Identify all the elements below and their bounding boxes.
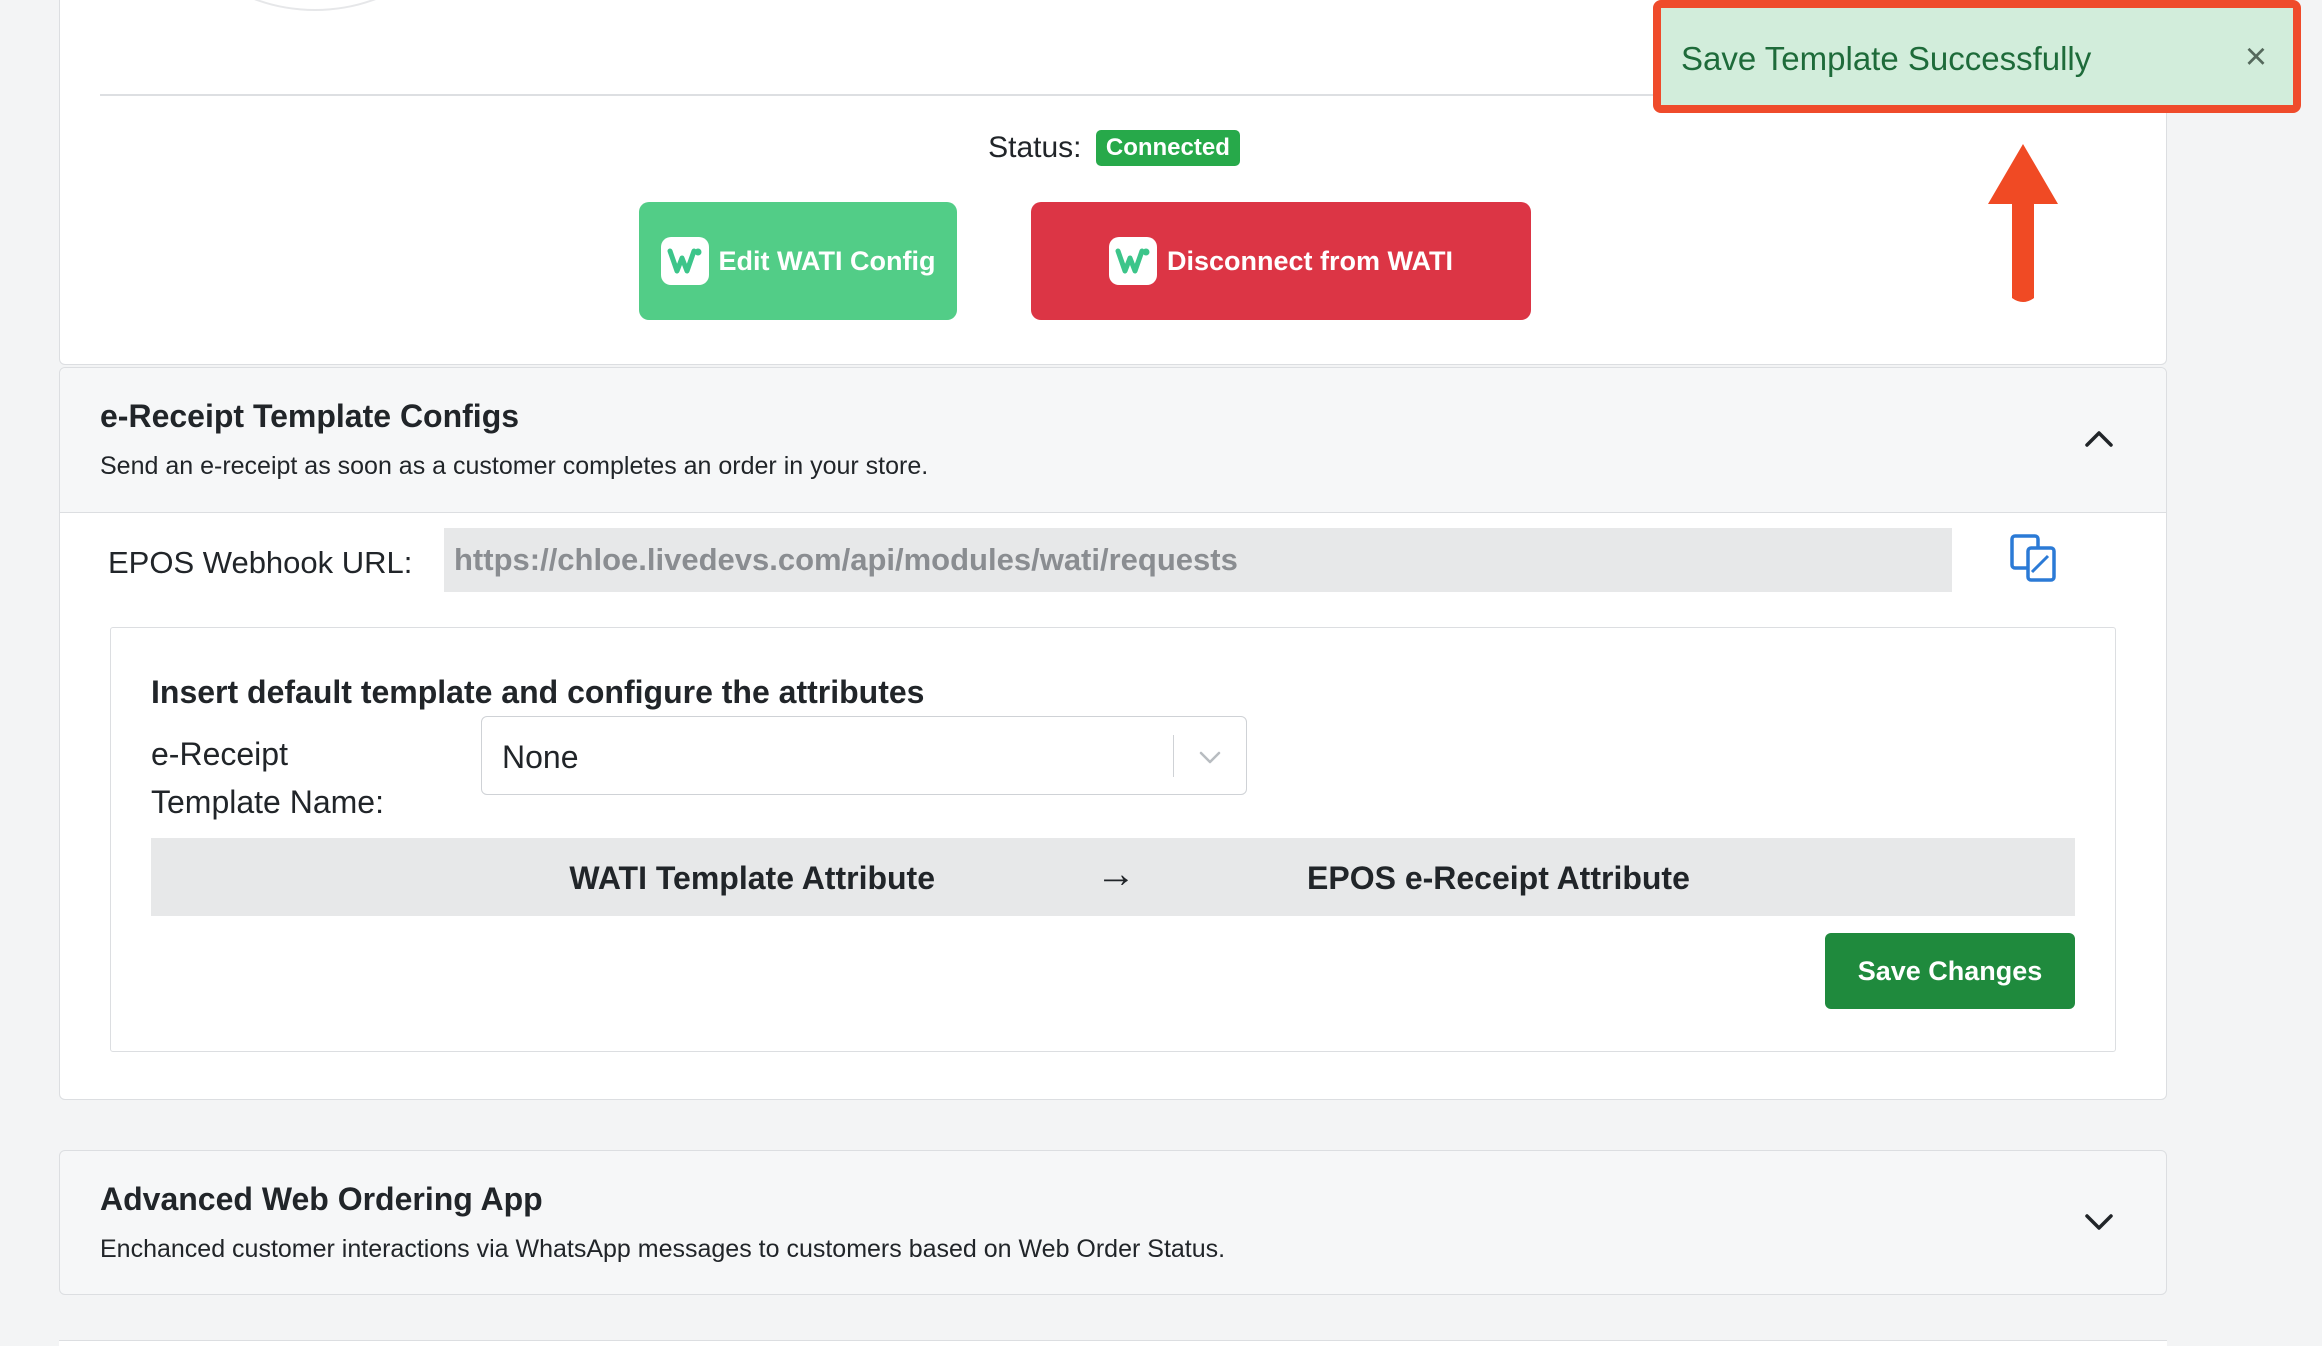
disconnect-wati-button[interactable]: Disconnect from WATI (1031, 202, 1531, 320)
template-config-title: Insert default template and configure th… (151, 674, 925, 710)
advanced-title: Advanced Web Ordering App (100, 1181, 543, 1217)
epos-attribute-header: EPOS e-Receipt Attribute (1307, 860, 1690, 896)
avatar (165, 0, 465, 11)
template-config-box: Insert default template and configure th… (110, 627, 2116, 1052)
edit-wati-config-button[interactable]: Edit WATI Config (639, 202, 957, 320)
select-separator (1172, 735, 1174, 777)
template-name-value: None (502, 739, 579, 775)
e-receipt-config-card: e-Receipt Template Configs Send an e-rec… (59, 367, 2167, 1100)
copy-icon[interactable] (2008, 532, 2060, 584)
e-receipt-card-header[interactable]: e-Receipt Template Configs Send an e-rec… (60, 368, 2166, 513)
attribute-header-row: WATI Template Attribute → EPOS e-Receipt… (151, 838, 2075, 916)
advanced-web-ordering-card[interactable]: Advanced Web Ordering App Enchanced cust… (59, 1150, 2167, 1295)
wati-logo-icon (660, 237, 709, 285)
next-card-edge (59, 1340, 2167, 1346)
e-receipt-subtitle: Send an e-receipt as soon as a customer … (100, 452, 929, 480)
webhook-url-label: EPOS Webhook URL: (108, 545, 413, 580)
status-label: Status: (988, 131, 1082, 165)
save-changes-button[interactable]: Save Changes (1825, 933, 2075, 1009)
chevron-down-icon[interactable] (2084, 1207, 2114, 1237)
template-name-label: e-Receipt Template Name: (151, 736, 384, 820)
template-name-select[interactable]: None (481, 716, 1247, 795)
status-row: Status: Connected (60, 130, 2168, 167)
chevron-down-icon[interactable] (1196, 743, 1224, 771)
e-receipt-title: e-Receipt Template Configs (100, 398, 520, 434)
arrow-right-icon: → (1096, 852, 1136, 896)
webhook-url-field[interactable]: https://chloe.livedevs.com/api/modules/w… (444, 528, 1952, 592)
close-icon[interactable]: × (2241, 38, 2271, 76)
success-toast: Save Template Successfully × (1653, 0, 2301, 113)
edit-wati-config-label: Edit WATI Config (718, 245, 936, 276)
wati-logo-icon (1108, 237, 1157, 285)
toast-message: Save Template Successfully (1681, 40, 2092, 77)
wati-attribute-header: WATI Template Attribute (569, 860, 935, 896)
advanced-subtitle: Enchanced customer interactions via What… (100, 1235, 1226, 1263)
status-badge: Connected (1095, 130, 1240, 167)
page: Status: Connected Edit WATI Config Disco… (0, 0, 2322, 1346)
annotation-arrow-icon (1988, 144, 2058, 302)
chevron-up-icon[interactable] (2084, 424, 2114, 454)
disconnect-wati-label: Disconnect from WATI (1166, 245, 1454, 276)
